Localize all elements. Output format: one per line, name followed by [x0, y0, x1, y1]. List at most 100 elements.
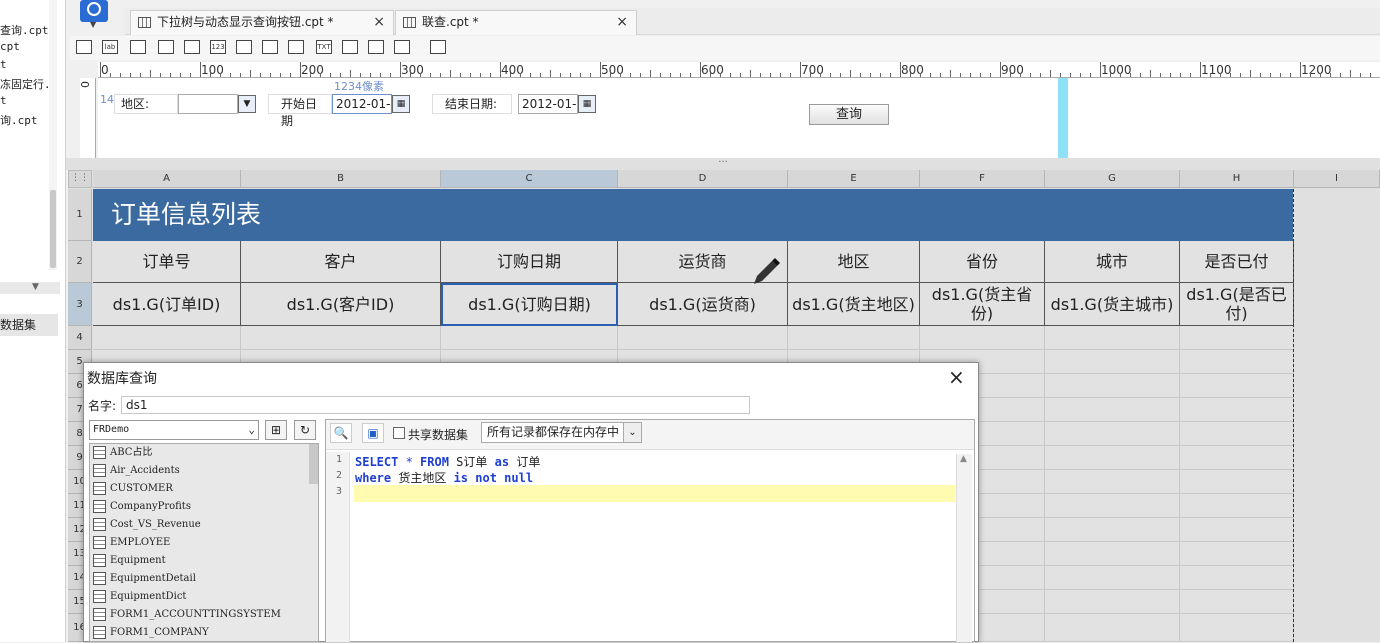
header-cell[interactable]: 订购日期 [441, 241, 618, 283]
data-cell[interactable]: ds1.G(货主省份) [920, 283, 1045, 326]
empty-cell[interactable] [1180, 326, 1294, 350]
data-cell[interactable]: ds1.G(订购日期) [441, 283, 618, 326]
empty-cell[interactable] [1045, 566, 1180, 590]
column-header-f[interactable]: F [920, 170, 1045, 188]
file-item[interactable]: t [0, 94, 7, 107]
report-title-cell[interactable]: 订单信息列表 [93, 189, 1293, 241]
table-item[interactable]: EquipmentDict [93, 589, 186, 607]
number-widget-icon[interactable]: 123 [210, 40, 226, 54]
empty-cell[interactable] [1180, 374, 1294, 398]
empty-cell[interactable] [1180, 422, 1294, 446]
empty-cell[interactable] [1045, 422, 1180, 446]
empty-cell[interactable] [1045, 470, 1180, 494]
textarea-widget-icon[interactable] [236, 40, 252, 54]
empty-cell[interactable] [1045, 398, 1180, 422]
scrollbar-thumb[interactable] [50, 190, 56, 268]
grid-corner[interactable]: ⋮⋮ [68, 170, 92, 188]
password-widget-icon[interactable] [342, 40, 358, 54]
share-dataset-checkbox[interactable] [393, 427, 405, 439]
checkbox-widget-icon[interactable] [368, 40, 384, 54]
start-date-input[interactable]: 2012-01- [332, 94, 392, 114]
empty-cell[interactable] [1045, 590, 1180, 614]
data-cell[interactable]: ds1.G(订单ID) [93, 283, 241, 326]
table-item[interactable]: EquipmentDetail [93, 571, 196, 589]
end-date-input[interactable]: 2012-01- [518, 94, 578, 114]
file-item[interactable]: 冻固定行. [0, 76, 51, 92]
chevron-down-icon[interactable]: ⌄ [623, 423, 641, 442]
file-item[interactable]: 询.cpt [0, 112, 38, 128]
row-header-4[interactable]: 4 [68, 326, 92, 350]
table-item[interactable]: Equipment [93, 553, 166, 571]
empty-cell[interactable] [1180, 350, 1294, 374]
table-item[interactable]: Air_Accidents [93, 463, 180, 481]
parameter-icon[interactable]: ▣ [362, 423, 384, 443]
file-item[interactable]: cpt [0, 40, 20, 53]
data-cell[interactable]: ds1.G(运货商) [618, 283, 788, 326]
chevron-up-icon[interactable]: ▲ [960, 454, 967, 464]
checkbox-group-icon[interactable] [288, 40, 304, 54]
empty-cell[interactable] [1045, 518, 1180, 542]
column-header-a[interactable]: A [93, 170, 241, 188]
preview-icon[interactable]: 🔍 [330, 423, 352, 443]
query-button[interactable]: 查询 [809, 104, 889, 125]
chevron-down-icon[interactable]: ▼ [32, 282, 39, 292]
empty-cell[interactable] [1180, 614, 1294, 642]
more-widgets-icon[interactable] [430, 40, 446, 54]
column-header-b[interactable]: B [241, 170, 441, 188]
empty-cell[interactable] [1180, 542, 1294, 566]
empty-cell[interactable] [441, 326, 618, 350]
empty-cell[interactable] [1180, 494, 1294, 518]
close-icon[interactable]: × [373, 11, 385, 34]
region-tree-combo[interactable] [178, 94, 238, 114]
data-cell[interactable]: ds1.G(货主城市) [1045, 283, 1180, 326]
empty-cell[interactable] [1045, 374, 1180, 398]
table-filter-icon[interactable]: ⊞ [265, 420, 287, 440]
tree-widget-icon[interactable] [394, 40, 410, 54]
empty-cell[interactable] [1180, 470, 1294, 494]
empty-cell[interactable] [1180, 518, 1294, 542]
table-list-scrollbar[interactable] [309, 444, 318, 484]
connection-select[interactable]: FRDemo ⌄ [89, 420, 259, 440]
empty-cell[interactable] [920, 326, 1045, 350]
file-item[interactable]: t [0, 58, 7, 71]
empty-cell[interactable] [1045, 350, 1180, 374]
table-item[interactable]: FORM1_ACCOUNTTINGSYSTEM [93, 607, 281, 625]
empty-cell[interactable] [1045, 614, 1180, 642]
column-header-d[interactable]: D [618, 170, 788, 188]
dataset-name-input[interactable]: ds1 [121, 396, 750, 414]
header-cell[interactable]: 客户 [241, 241, 441, 283]
table-item[interactable]: CUSTOMER [93, 481, 173, 499]
dataset-item[interactable]: 数据集 [0, 314, 58, 336]
empty-cell[interactable] [1180, 590, 1294, 614]
column-header-i[interactable]: I [1294, 170, 1380, 188]
data-cell[interactable]: ds1.G(货主地区) [788, 283, 920, 326]
table-item[interactable]: ABC占比 [93, 445, 152, 463]
empty-cell[interactable] [241, 326, 441, 350]
header-cell[interactable]: 订单号 [93, 241, 241, 283]
header-cell[interactable]: 是否已付 [1180, 241, 1294, 283]
chevron-down-icon[interactable]: ⌄ [248, 421, 255, 439]
calendar-icon[interactable]: ▦ [578, 95, 596, 113]
panel-resize-edge[interactable] [1058, 78, 1068, 158]
radio-group-icon[interactable] [262, 40, 278, 54]
sql-scrollbar[interactable]: ▲ [956, 454, 972, 642]
empty-cell[interactable] [1045, 542, 1180, 566]
row-header-3[interactable]: 3 [68, 283, 92, 326]
table-item[interactable]: CompanyProfits [93, 499, 191, 517]
column-header-c[interactable]: C [441, 170, 618, 188]
tab-report-tree[interactable]: 下拉树与动态显示查询按钮.cpt * × [130, 10, 394, 35]
text-widget-icon[interactable]: lab [102, 40, 118, 54]
panel-divider[interactable]: ··· [66, 158, 1380, 170]
panel-splitter[interactable]: ▼ [0, 282, 60, 294]
date-widget-icon[interactable] [184, 40, 200, 54]
sql-line-2[interactable]: where 货主地区 is not null [355, 469, 533, 486]
header-cell[interactable]: 城市 [1045, 241, 1180, 283]
row-header-2[interactable]: 2 [68, 241, 92, 283]
empty-cell[interactable] [1045, 326, 1180, 350]
empty-cell[interactable] [1045, 494, 1180, 518]
empty-cell[interactable] [1180, 566, 1294, 590]
empty-cell[interactable] [1180, 446, 1294, 470]
column-header-h[interactable]: H [1180, 170, 1294, 188]
label-widget-icon[interactable] [76, 40, 92, 54]
table-item[interactable]: Cost_VS_Revenue [93, 517, 201, 535]
